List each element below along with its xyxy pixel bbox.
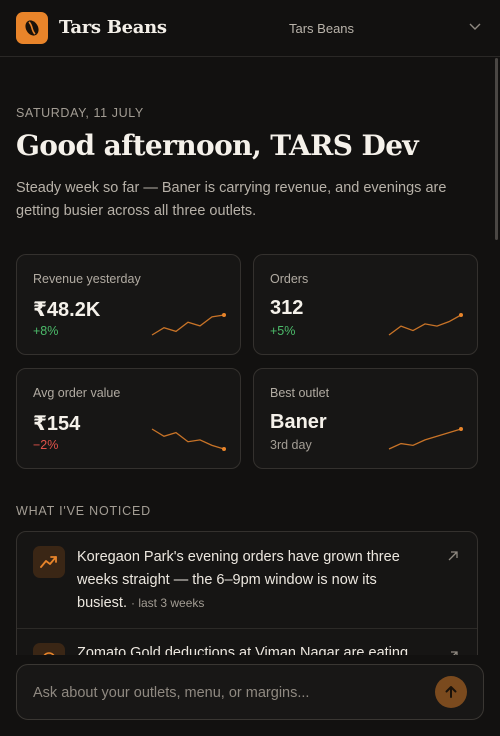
sparkline bbox=[388, 313, 463, 336]
sparkline-end-dot bbox=[459, 427, 463, 431]
kpi-card-orders[interactable]: Orders 312 +5% bbox=[253, 254, 478, 355]
logo bbox=[16, 12, 48, 44]
outlet-selector[interactable]: Tars Beans bbox=[289, 14, 489, 42]
sparkline bbox=[151, 428, 226, 451]
kpi-label: Best outlet bbox=[270, 386, 330, 400]
kpi-card-best-outlet[interactable]: Best outlet Baner 3rd day bbox=[253, 368, 478, 469]
outlet-selector-value: Tars Beans bbox=[289, 21, 355, 36]
insight-text: Koregaon Park's evening orders have grow… bbox=[77, 549, 400, 611]
ask-input[interactable] bbox=[33, 682, 413, 704]
kpi-label: Orders bbox=[270, 272, 309, 286]
coffee-bean-icon bbox=[25, 20, 39, 36]
kpi-value: 312 bbox=[270, 297, 304, 319]
kpi-value: ₹154 bbox=[33, 413, 81, 435]
sparkline-path bbox=[151, 314, 225, 336]
kpi-value: ₹48.2K bbox=[33, 299, 101, 321]
insight-text-block: Koregaon Park's evening orders have grow… bbox=[77, 546, 422, 615]
kpi-label: Avg order value bbox=[33, 386, 121, 400]
kpi-label: Revenue yesterday bbox=[33, 272, 141, 286]
sparkline bbox=[151, 313, 226, 336]
top-bar: Tars Beans Tars Beans bbox=[0, 0, 500, 57]
kpi-value: Baner bbox=[270, 411, 327, 433]
chevron-down-icon bbox=[469, 23, 481, 30]
page-title: Good afternoon, TARS Dev bbox=[16, 129, 419, 162]
date-label: SATURDAY, 11 JULY bbox=[16, 106, 144, 120]
summary-text: Steady week so far — Baner is carrying r… bbox=[16, 180, 447, 219]
kpi-card-revenue[interactable]: Revenue yesterday ₹48.2K +8% bbox=[16, 254, 241, 355]
sparkline-path bbox=[151, 428, 225, 450]
divider bbox=[17, 628, 477, 629]
insight-icon-badge bbox=[33, 546, 65, 578]
kpi-delta: 3rd day bbox=[270, 438, 312, 452]
chat-composer bbox=[16, 664, 484, 720]
kpi-card-avg-order-value[interactable]: Avg order value ₹154 −2% bbox=[16, 368, 241, 469]
arrow-up-icon bbox=[445, 686, 457, 698]
kpi-delta: +8% bbox=[33, 324, 59, 338]
insight-meta: · last 3 weeks bbox=[131, 596, 205, 610]
sparkline bbox=[388, 427, 463, 450]
kpi-delta: +5% bbox=[270, 324, 296, 338]
sparkline-path bbox=[388, 428, 462, 450]
section-title: WHAT I'VE NOTICED bbox=[16, 504, 151, 518]
trend-up-icon bbox=[40, 556, 57, 568]
external-link-icon[interactable] bbox=[447, 550, 459, 562]
send-button[interactable] bbox=[435, 676, 467, 708]
sparkline-end-dot bbox=[222, 313, 226, 317]
brand-name: Tars Beans bbox=[59, 17, 167, 38]
scrollbar[interactable] bbox=[495, 58, 498, 240]
sparkline-path bbox=[388, 314, 462, 336]
sparkline-end-dot bbox=[222, 447, 226, 451]
sparkline-end-dot bbox=[459, 313, 463, 317]
kpi-delta: −2% bbox=[33, 438, 59, 452]
